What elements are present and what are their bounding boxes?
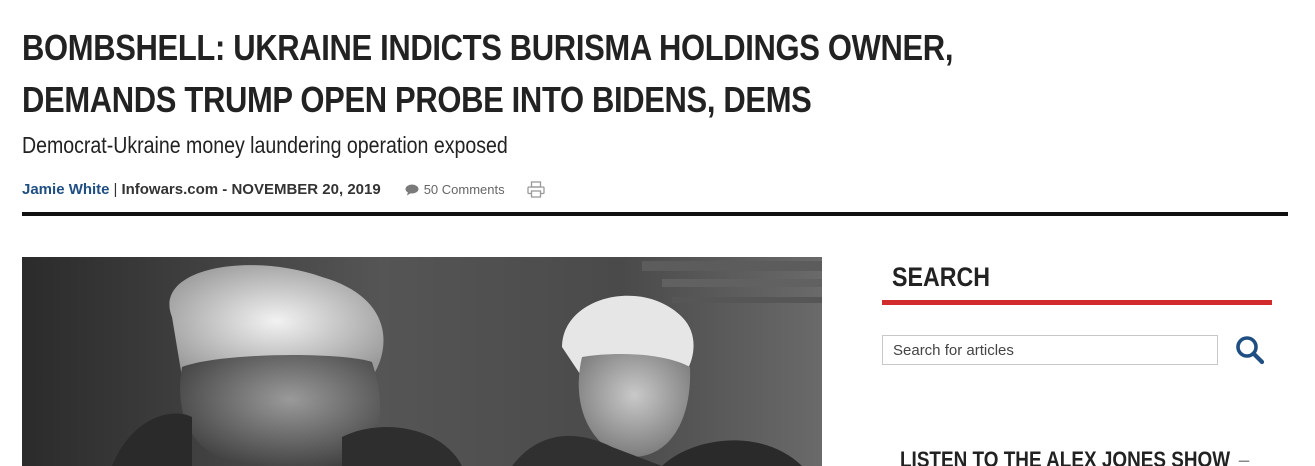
print-icon — [526, 181, 545, 198]
article-page: BOMBSHELL: UKRAINE INDICTS BURISMA HOLDI… — [0, 0, 1315, 466]
header-rule — [22, 212, 1288, 216]
comments-count: 50 Comments — [423, 182, 505, 197]
search-button[interactable] — [1234, 335, 1266, 367]
comment-icon — [405, 184, 419, 195]
listen-widget-title-dash: – — [1238, 447, 1250, 466]
search-widget-accent-bar — [882, 300, 1272, 305]
comments-link[interactable]: 50 Comments — [405, 182, 505, 197]
search-icon — [1236, 336, 1265, 365]
listen-widget-title-text: LISTEN TO THE ALEX JONES SHOW — [900, 447, 1231, 466]
author-link[interactable]: Jamie White — [22, 181, 110, 198]
hero-image — [22, 257, 822, 466]
source-and-date: Infowars.com - NOVEMBER 20, 2019 — [121, 181, 381, 198]
article-subtitle: Democrat-Ukraine money laundering operat… — [22, 132, 508, 158]
print-button[interactable] — [526, 181, 545, 198]
search-widget-title: SEARCH — [892, 262, 991, 292]
search-form — [882, 335, 1272, 365]
search-input[interactable] — [882, 335, 1218, 365]
byline: Jamie White | Infowars.com - NOVEMBER 20… — [22, 181, 545, 198]
sidebar: SEARCH LISTEN TO THE ALEX JONES SHOW– — [882, 257, 1272, 466]
listen-widget-title: LISTEN TO THE ALEX JONES SHOW – — [900, 447, 1249, 466]
byline-separator: | — [113, 181, 118, 198]
photo-trump-and-biden-icon — [22, 257, 822, 466]
article-headline: BOMBSHELL: UKRAINE INDICTS BURISMA HOLDI… — [22, 27, 954, 120]
